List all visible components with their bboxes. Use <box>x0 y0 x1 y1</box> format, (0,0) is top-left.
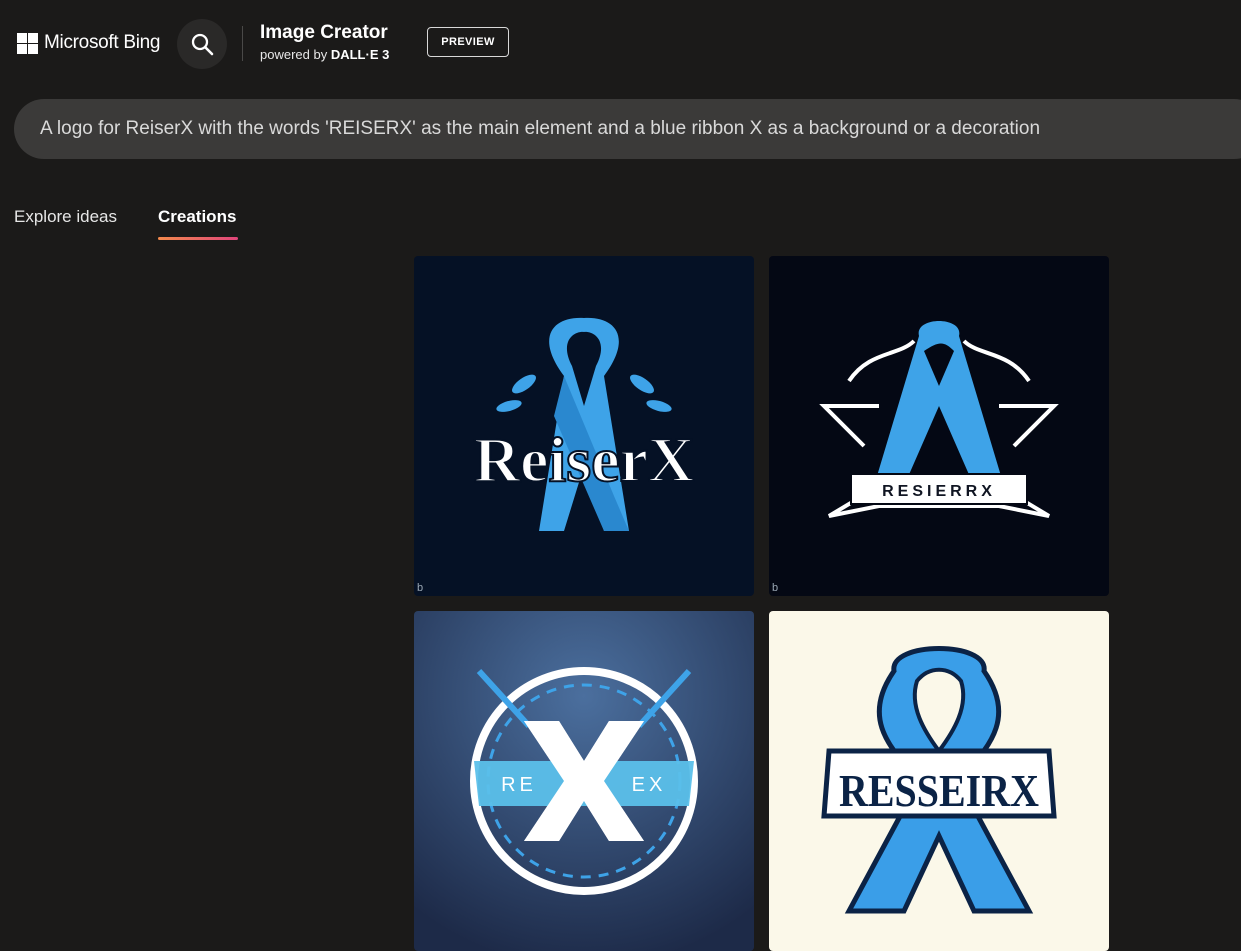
app-title-block[interactable]: Image Creator powered by DALL·E 3 <box>260 22 389 62</box>
header: Microsoft Bing Image Creator powered by … <box>0 0 1241 88</box>
image-3-text-right: EX <box>632 774 667 796</box>
prompt-text: A logo for ReiserX with the words 'REISE… <box>40 118 1041 139</box>
tab-explore-ideas[interactable]: Explore ideas <box>14 207 117 227</box>
generated-image-3[interactable]: RE EX <box>414 611 754 951</box>
powered-by-label: powered by DALL·E 3 <box>260 47 389 62</box>
image-2-text: RESIERRX <box>882 483 996 500</box>
image-1-watermark: b <box>417 582 424 594</box>
generated-image-1[interactable]: ReiserX b <box>414 256 754 596</box>
image-3-text-left: RE <box>501 774 537 796</box>
search-button[interactable] <box>177 19 227 69</box>
brand-name: Microsoft Bing <box>44 32 161 53</box>
preview-badge: PREVIEW <box>427 27 509 57</box>
powered-by-model: DALL·E 3 <box>330 47 390 62</box>
bing-home-link[interactable]: Microsoft Bing <box>17 32 160 54</box>
generated-image-2[interactable]: RESIERRX b <box>769 256 1109 596</box>
app-title: Image Creator <box>260 22 388 43</box>
image-2-watermark: b <box>772 582 779 594</box>
active-tab-indicator <box>158 237 238 240</box>
header-divider <box>242 26 243 61</box>
prompt-input[interactable]: A logo for ReiserX with the words 'REISE… <box>14 99 1241 159</box>
search-icon <box>191 33 214 56</box>
microsoft-logo-icon <box>17 32 38 54</box>
generated-image-4[interactable]: RESSEIRX <box>769 611 1109 951</box>
tab-creations[interactable]: Creations <box>158 207 236 227</box>
image-1-text: ReiserX <box>474 424 694 495</box>
powered-by-prefix: powered by <box>260 47 328 62</box>
image-4-text: RESSEIRX <box>839 765 1039 816</box>
